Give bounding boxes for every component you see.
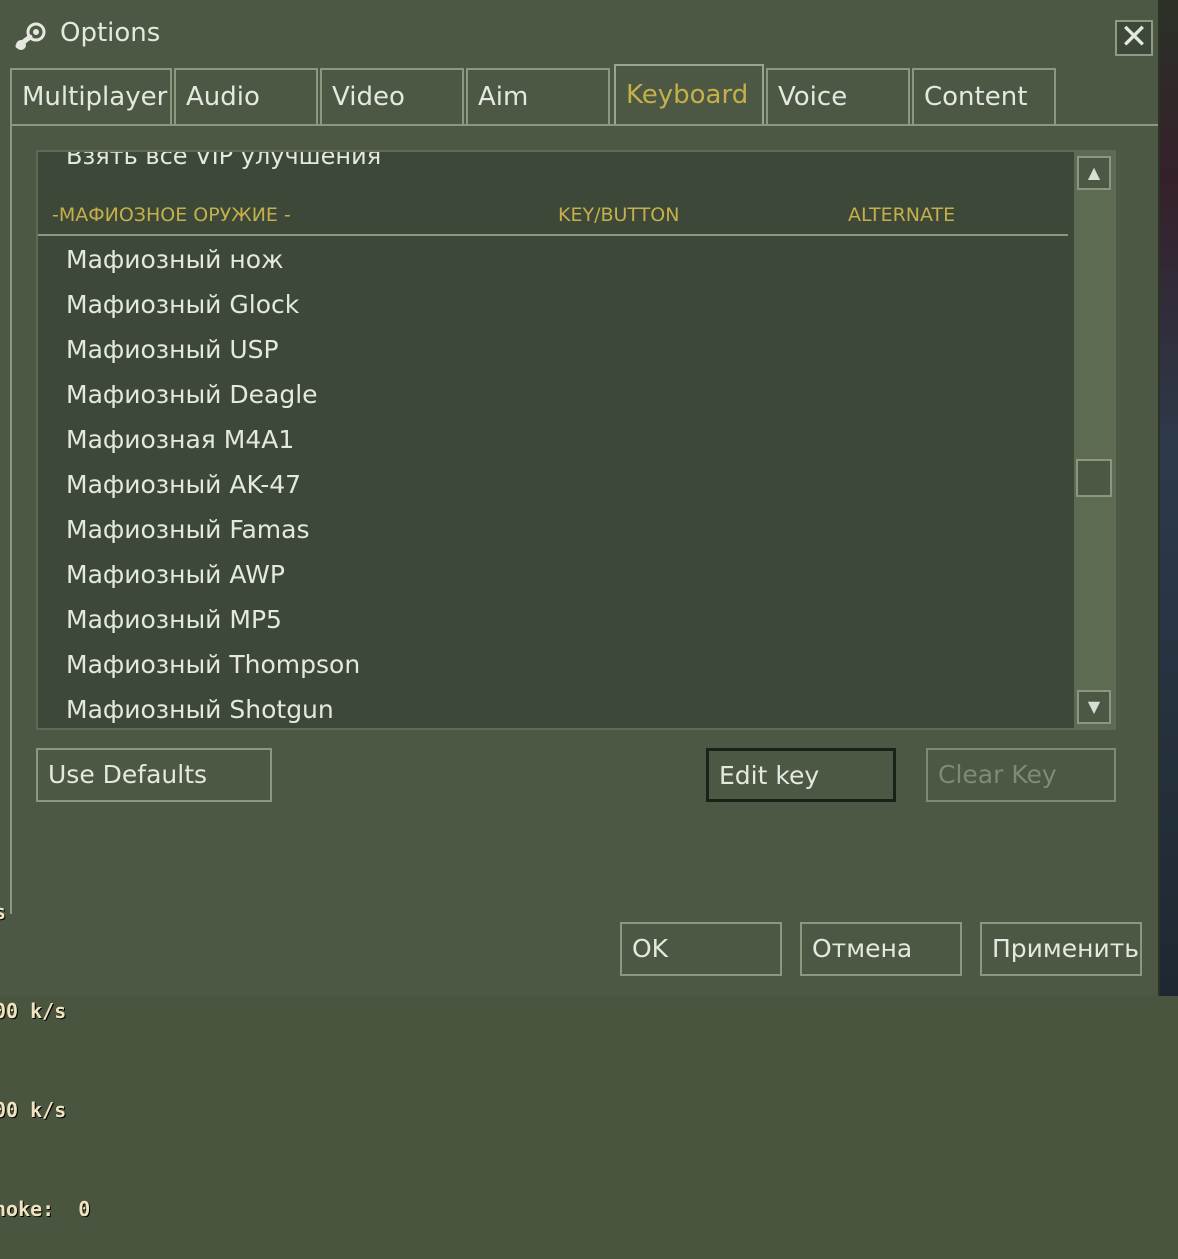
tab-multiplayer[interactable]: Multiplayer	[10, 68, 172, 124]
tab-keyboard[interactable]: Keyboard	[614, 64, 764, 126]
list-item[interactable]: Мафиозный Famas	[38, 508, 1068, 553]
list-item[interactable]: Взять все VIP улучшения	[66, 152, 381, 170]
use-defaults-button[interactable]: Use Defaults	[36, 748, 272, 802]
netgraph-line: s	[0, 900, 7, 924]
tab-audio[interactable]: Audio	[174, 68, 318, 124]
tab-video[interactable]: Video	[320, 68, 464, 124]
edit-key-button[interactable]: Edit key	[706, 748, 896, 802]
options-dialog: Options ✕ Multiplayer Audio Video Aim Ke…	[0, 0, 1160, 996]
list-item[interactable]: Мафиозная M4A1	[38, 418, 1068, 463]
list-item[interactable]: Мафиозный AK-47	[38, 463, 1068, 508]
tab-voice[interactable]: Voice	[766, 68, 910, 124]
cancel-button[interactable]: Отмена	[800, 922, 962, 976]
arrow-up-icon[interactable]: ▲	[1077, 156, 1111, 190]
title-bar[interactable]: Options ✕	[0, 0, 1160, 62]
column-header-key: KEY/BUTTON	[558, 204, 680, 226]
window-title: Options	[60, 18, 161, 48]
tab-content[interactable]: Content	[912, 68, 1056, 124]
close-icon[interactable]: ✕	[1115, 20, 1153, 56]
list-scrollbar[interactable]: ▲ ▼	[1074, 152, 1114, 728]
scrollbar-thumb[interactable]	[1076, 458, 1112, 497]
key-bindings-list[interactable]: Взять все VIP улучшения -МАФИОЗНОЕ ОРУЖИ…	[36, 150, 1116, 730]
arrow-down-icon[interactable]: ▼	[1077, 690, 1111, 724]
game-background	[1160, 0, 1178, 996]
list-item[interactable]: Мафиозный MP5	[38, 598, 1068, 643]
tab-aim[interactable]: Aim	[466, 68, 610, 124]
list-item[interactable]: Мафиозный Thompson	[38, 643, 1068, 688]
netgraph-line: 00 k/s	[0, 1098, 67, 1122]
list-item[interactable]: Мафиозный USP	[38, 328, 1068, 373]
netgraph-line: 00 k/s	[0, 999, 67, 1023]
steam-icon	[15, 22, 46, 50]
ok-button[interactable]: OK	[620, 922, 782, 976]
binding-rows: Мафиозный нож Мафиозный Glock Мафиозный …	[38, 238, 1068, 728]
column-header-action: -МАФИОЗНОЕ ОРУЖИЕ -	[52, 204, 291, 226]
tab-bar: Multiplayer Audio Video Aim Keyboard Voi…	[10, 64, 1160, 126]
clear-key-button[interactable]: Clear Key	[926, 748, 1116, 802]
list-item[interactable]: Мафиозный нож	[38, 238, 1068, 283]
list-item[interactable]: Мафиозный Glock	[38, 283, 1068, 328]
netgraph-overlay: s 00 k/s 00 k/s hoke: 0	[0, 830, 96, 1259]
column-header-alternate: ALTERNATE	[848, 204, 956, 226]
list-item[interactable]: Мафиозный AWP	[38, 553, 1068, 598]
list-item[interactable]: Мафиозный Deagle	[38, 373, 1068, 418]
netgraph-line: hoke: 0	[0, 1197, 91, 1221]
list-header: -МАФИОЗНОЕ ОРУЖИЕ - KEY/BUTTON ALTERNATE	[38, 200, 1068, 236]
apply-button[interactable]: Применить	[980, 922, 1142, 976]
list-item[interactable]: Мафиозный Shotgun	[38, 688, 1068, 728]
